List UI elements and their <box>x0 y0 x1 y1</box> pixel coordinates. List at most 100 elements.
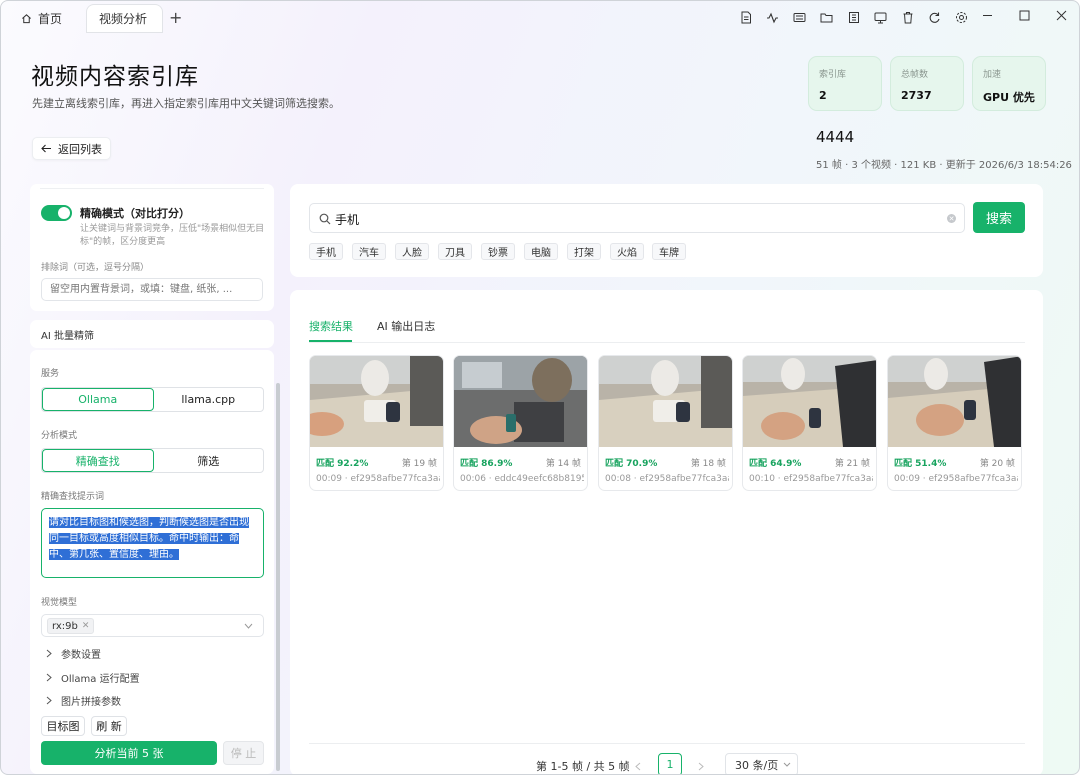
folder-icon[interactable] <box>819 10 834 25</box>
tab-video-analysis[interactable]: 视频分析 <box>87 5 162 32</box>
pagination-summary: 第 1-5 帧 / 共 5 帧 <box>536 760 630 773</box>
keyword-chip[interactable]: 电脑 <box>524 243 558 260</box>
page-title: 视频内容索引库 <box>31 64 199 90</box>
left-panel: 精确模式（对比打分） 让关键词与背景词竞争，压低"场景相似但无目标"的帧，区分度… <box>30 184 282 774</box>
service-llamacpp[interactable]: llama.cpp <box>154 388 264 411</box>
accordion-label: Ollama 运行配置 <box>61 674 140 685</box>
ai-batch-title: AI 批量精筛 <box>41 331 94 342</box>
tab-home[interactable]: 首页 <box>9 5 74 32</box>
keyword-chip[interactable]: 钞票 <box>481 243 515 260</box>
service-selector: Ollama llama.cpp <box>41 387 264 412</box>
prompt-textarea[interactable]: 请对比目标图和候选图，判断候选图是否出现同一目标或高度相似目标。命中时输出：命中… <box>41 508 264 578</box>
accordion-ollama-config[interactable]: Ollama 运行配置 <box>46 670 140 685</box>
mode-filter[interactable]: 筛选 <box>154 449 264 472</box>
frame-thumbnail <box>310 356 443 447</box>
home-icon <box>22 14 31 24</box>
tab-search-results[interactable]: 搜索结果 <box>309 318 353 334</box>
arrow-left-icon <box>41 144 51 153</box>
frame-meta: 00:09 · ef2958afbe77fca3aa... <box>894 474 1018 484</box>
match-score: 匹配 92.2% <box>316 459 369 469</box>
prev-page-icon[interactable] <box>635 762 641 771</box>
stat-value: GPU 优先 <box>983 91 1035 104</box>
new-tab-button[interactable]: + <box>169 8 182 27</box>
prompt-label: 精确查找提示词 <box>41 492 105 502</box>
next-page-icon[interactable] <box>698 762 704 771</box>
trash-icon[interactable] <box>900 10 915 25</box>
target-image-button[interactable]: 目标图 <box>41 716 85 736</box>
keyword-chip[interactable]: 人脸 <box>395 243 429 260</box>
frame-number: 第 19 帧 <box>401 459 437 469</box>
gear-icon[interactable] <box>954 10 969 25</box>
frame-meta: 00:10 · ef2958afbe77fca3aa... <box>749 474 873 484</box>
accordion-label: 参数设置 <box>61 650 101 661</box>
match-score: 匹配 70.9% <box>605 459 658 469</box>
frame-thumbnail <box>743 356 876 447</box>
back-to-list-button[interactable]: 返回列表 <box>32 137 111 160</box>
search-button[interactable]: 搜索 <box>973 202 1025 233</box>
ai-batch-header: AI 批量精筛 <box>30 320 274 348</box>
page-size-select[interactable]: 30 条/页 <box>725 753 798 774</box>
accordion-params[interactable]: 参数设置 <box>46 646 101 661</box>
frame-number: 第 20 帧 <box>979 459 1015 469</box>
frame-meta: 00:09 · ef2958afbe77fca3aa... <box>316 474 440 484</box>
close-window-button[interactable] <box>1056 10 1067 24</box>
keyword-chip[interactable]: 手机 <box>309 243 343 260</box>
chevron-down-icon <box>244 623 253 629</box>
mode-label: 分析模式 <box>41 431 78 441</box>
precise-mode-desc: 让关键词与背景词竞争，压低"场景相似但无目标"的帧，区分度更高 <box>80 224 265 247</box>
tab-ai-log[interactable]: AI 输出日志 <box>377 318 435 334</box>
frame-thumbnail <box>454 356 587 447</box>
title-bar: 首页 视频分析 + <box>1 1 1079 34</box>
app-window: 首页 视频分析 + 视频内容索引库 先建立离线索引库，再进入指定索引库用中文关键… <box>0 0 1080 775</box>
index-name: 4444 <box>816 128 855 146</box>
result-card[interactable]: 匹配 92.2% 第 19 帧 00:09 · ef2958afbe77fca3… <box>309 355 444 491</box>
stat-label: 总帧数 <box>901 70 929 80</box>
precise-mode-toggle[interactable] <box>41 205 72 221</box>
stat-acceleration: 加速 GPU 优先 <box>972 56 1046 111</box>
ai-settings-card: 服务 Ollama llama.cpp 分析模式 精确查找 筛选 精确查找提示词… <box>30 350 274 774</box>
monitor-icon[interactable] <box>873 10 888 25</box>
exclude-input[interactable] <box>41 278 263 301</box>
tab-home-label: 首页 <box>38 12 63 26</box>
stop-button[interactable]: 停 止 <box>223 741 264 765</box>
model-select[interactable]: rx:9b ✕ <box>41 614 264 637</box>
tag-close-icon[interactable]: ✕ <box>82 621 90 631</box>
search-icon <box>319 213 331 225</box>
keyword-chip[interactable]: 汽车 <box>352 243 386 260</box>
frame-number: 第 21 帧 <box>834 459 870 469</box>
frame-meta: 00:06 · eddc49eefc68b8195... <box>460 474 584 484</box>
document-icon[interactable] <box>738 10 753 25</box>
mode-precise[interactable]: 精确查找 <box>42 449 154 472</box>
mode-selector: 精确查找 筛选 <box>41 448 264 473</box>
refresh-button[interactable]: 刷 新 <box>91 716 127 736</box>
match-score: 匹配 64.9% <box>749 459 802 469</box>
service-ollama[interactable]: Ollama <box>42 388 154 411</box>
clear-icon[interactable]: ✕ <box>947 214 956 223</box>
result-card[interactable]: 匹配 51.4% 第 20 帧 00:09 · ef2958afbe77fca3… <box>887 355 1022 491</box>
result-card[interactable]: 匹配 70.9% 第 18 帧 00:08 · ef2958afbe77fca3… <box>598 355 733 491</box>
analyze-button[interactable]: 分析当前 5 张 <box>41 741 217 765</box>
chevron-right-icon <box>46 673 52 682</box>
match-score: 匹配 86.9% <box>460 459 513 469</box>
search-input[interactable]: 手机 ✕ <box>309 203 965 233</box>
minimize-button[interactable] <box>982 10 993 24</box>
refresh-icon[interactable] <box>927 10 942 25</box>
result-card[interactable]: 匹配 64.9% 第 21 帧 00:10 · ef2958afbe77fca3… <box>742 355 877 491</box>
keyboard-icon[interactable] <box>792 10 807 25</box>
keyword-chip[interactable]: 车牌 <box>652 243 686 260</box>
frame-meta: 00:08 · ef2958afbe77fca3aa... <box>605 474 729 484</box>
keyword-chip[interactable]: 刀具 <box>438 243 472 260</box>
maximize-button[interactable] <box>1019 10 1030 24</box>
archive-icon[interactable] <box>846 10 861 25</box>
chevron-right-icon <box>46 696 52 705</box>
accordion-stitch-params[interactable]: 图片拼接参数 <box>46 693 121 708</box>
result-card[interactable]: 匹配 86.9% 第 14 帧 00:06 · eddc49eefc68b819… <box>453 355 588 491</box>
waveform-icon[interactable] <box>765 10 780 25</box>
left-panel-scrollbar[interactable] <box>276 383 280 771</box>
service-label: 服务 <box>41 369 60 379</box>
page-current[interactable]: 1 <box>658 753 682 774</box>
keyword-chip[interactable]: 火焰 <box>610 243 644 260</box>
back-label: 返回列表 <box>58 142 102 156</box>
search-card: 手机 ✕ 搜索 <box>290 184 1043 277</box>
keyword-chip[interactable]: 打架 <box>567 243 601 260</box>
